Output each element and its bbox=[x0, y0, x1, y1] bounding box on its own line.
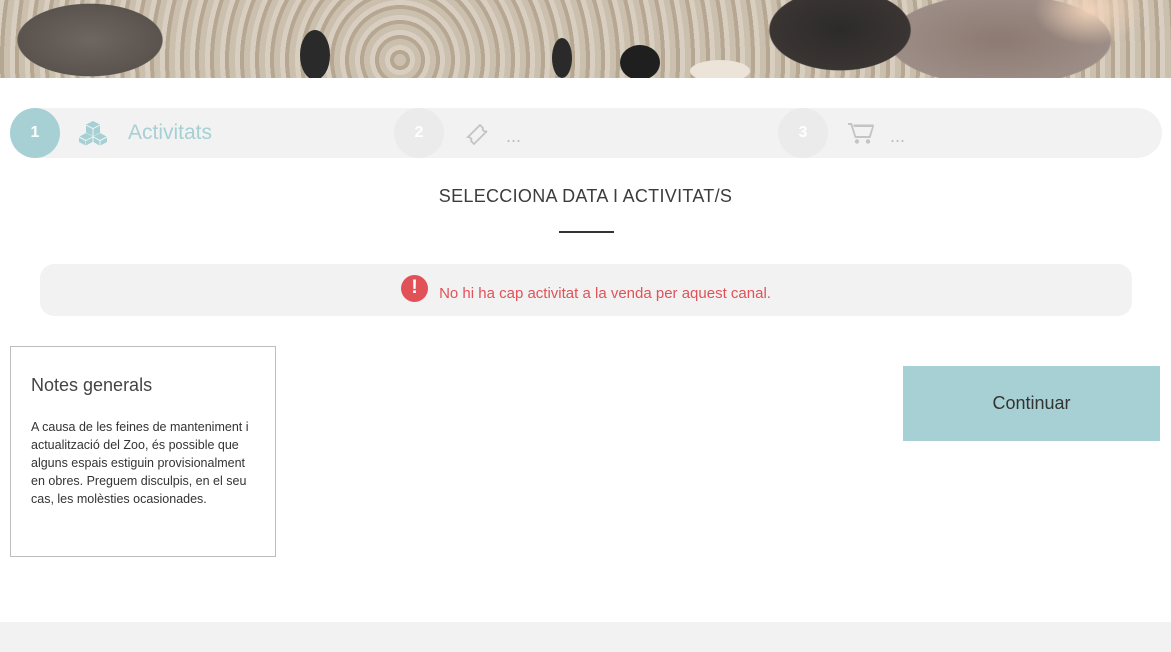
alert-message: No hi ha cap activitat a la venda per aq… bbox=[439, 284, 771, 302]
exclamation-icon: ! bbox=[401, 274, 429, 302]
step-tickets[interactable]: 2 ... bbox=[394, 108, 521, 158]
step-activities[interactable]: 1 Activitats bbox=[10, 108, 212, 158]
page: 1 Activitats 2 ... 3 ... SELECCIONA DATA… bbox=[0, 0, 1171, 652]
step-number: 1 bbox=[10, 108, 60, 158]
step-cart[interactable]: 3 ... bbox=[778, 108, 905, 158]
continue-button[interactable]: Continuar bbox=[903, 366, 1160, 441]
step-label: ... bbox=[506, 125, 522, 146]
ticket-icon bbox=[462, 118, 492, 148]
notes-title: Notes generals bbox=[31, 375, 153, 395]
step-label: Activitats bbox=[128, 121, 213, 144]
cart-icon bbox=[846, 118, 876, 148]
notes-body: A causa de les feines de manteniment i a… bbox=[31, 420, 249, 506]
general-notes-panel: Notes generals A causa de les feines de … bbox=[10, 346, 276, 557]
step-label: ... bbox=[890, 125, 906, 146]
footer bbox=[0, 622, 1171, 652]
title-divider bbox=[559, 231, 614, 233]
step-number: 3 bbox=[778, 108, 828, 158]
hero-banner bbox=[0, 0, 1171, 78]
checkout-steps: 1 Activitats 2 ... 3 ... bbox=[10, 108, 1162, 158]
page-title: SELECCIONA DATA I ACTIVITAT/S bbox=[438, 186, 733, 206]
cubes-icon bbox=[78, 118, 108, 148]
error-alert: ! No hi ha cap activitat a la venda per … bbox=[40, 264, 1132, 316]
step-number: 2 bbox=[394, 108, 444, 158]
